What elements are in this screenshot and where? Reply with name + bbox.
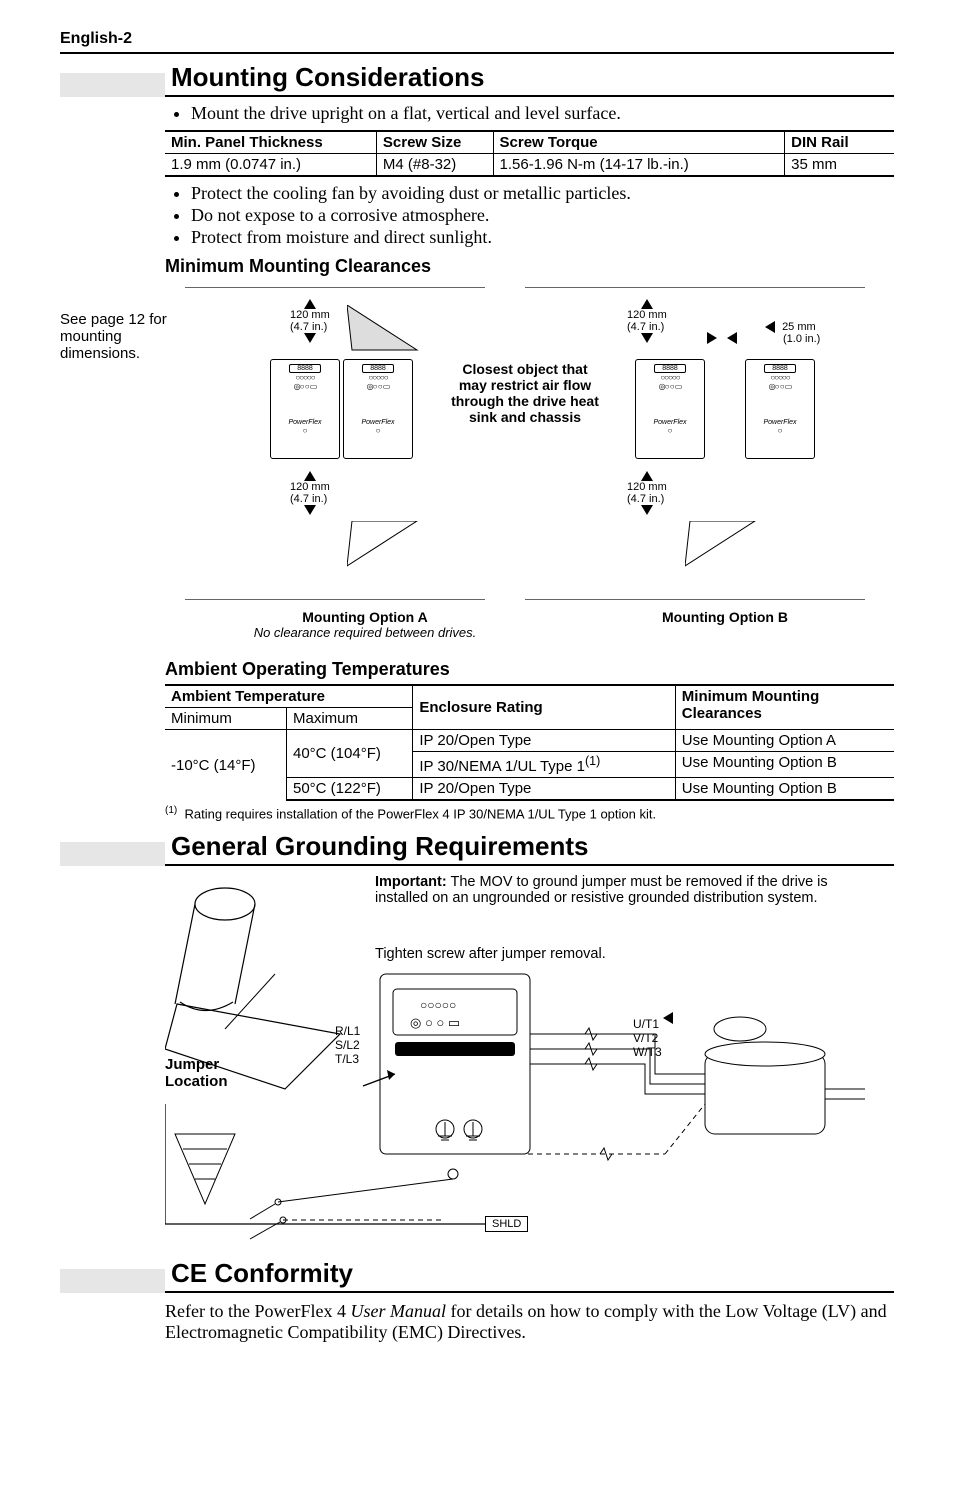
section-accent [60, 73, 165, 97]
svg-text:○○○○○: ○○○○○ [420, 998, 456, 1012]
label-rl1: R/L1 [335, 1024, 360, 1038]
label-ut1: U/T1 [633, 1017, 659, 1031]
th-ambient-temp: Ambient Temperature [165, 685, 413, 708]
th-enclosure: Enclosure Rating [413, 685, 675, 730]
th-min-panel: Min. Panel Thickness [165, 131, 376, 154]
panel-thickness-table: Min. Panel Thickness Screw Size Screw To… [165, 130, 894, 177]
shld-label: SHLD [485, 1216, 528, 1232]
mounting-option-a-sub: No clearance required between drives. [215, 625, 515, 640]
th-min-mount: Minimum MountingClearances [675, 685, 894, 730]
section-accent [60, 842, 165, 866]
subhead-min-clearances: Minimum Mounting Clearances [165, 256, 894, 277]
label-vt2: V/T2 [633, 1031, 658, 1045]
svg-text:◎ ○ ○ ▭: ◎ ○ ○ ▭ [410, 1015, 460, 1030]
label-tl3: T/L3 [335, 1052, 359, 1066]
td-mm1: Use Mounting Option A [675, 730, 894, 752]
td-er2: IP 30/NEMA 1/UL Type 1(1) [413, 752, 675, 778]
th-min: Minimum [165, 708, 287, 730]
td-c2: M4 (#8-32) [376, 154, 493, 177]
td-min-temp: -10°C (14°F) [165, 730, 287, 801]
bullet-mount-upright: Mount the drive upright on a flat, verti… [191, 103, 894, 124]
th-din-rail: DIN Rail [785, 131, 894, 154]
figure-side-note: See page 12 for mounting dimensions. [60, 311, 200, 362]
label-sl2: S/L2 [335, 1038, 360, 1052]
td-max-40: 40°C (104°F) [287, 730, 413, 778]
bullet-moisture: Protect from moisture and direct sunligh… [191, 227, 894, 248]
th-max: Maximum [287, 708, 413, 730]
grounding-figure: Important: The MOV to ground jumper must… [165, 874, 894, 1254]
td-er3: IP 20/Open Type [413, 778, 675, 801]
th-screw-torque: Screw Torque [493, 131, 785, 154]
td-mm3: Use Mounting Option B [675, 778, 894, 801]
bullet-corrosive: Do not expose to a corrosive atmosphere. [191, 205, 894, 226]
td-max-50: 50°C (122°F) [287, 778, 413, 801]
mounting-option-a: Mounting Option A [215, 609, 515, 625]
bullet-protect-fan: Protect the cooling fan by avoiding dust… [191, 183, 894, 204]
section-title-ce: CE Conformity [165, 1258, 894, 1293]
section-title-grounding: General Grounding Requirements [165, 831, 894, 866]
footnote-1: (1) Rating requires installation of the … [165, 805, 894, 821]
clearance-figure: See page 12 for mounting dimensions. 888… [165, 281, 894, 651]
subhead-ambient: Ambient Operating Temperatures [165, 659, 894, 680]
page-header: English-2 [60, 30, 132, 48]
th-screw-size: Screw Size [376, 131, 493, 154]
td-c3: 1.56-1.96 N-m (14-17 lb.-in.) [493, 154, 785, 177]
td-mm2: Use Mounting Option B [675, 752, 894, 778]
td-c1: 1.9 mm (0.0747 in.) [165, 154, 376, 177]
ambient-table: Ambient Temperature Enclosure Rating Min… [165, 684, 894, 801]
ce-body: Refer to the PowerFlex 4 User Manual for… [165, 1301, 894, 1343]
label-wt3: W/T3 [633, 1045, 662, 1059]
arrow-icon [663, 1012, 673, 1024]
mounting-option-b: Mounting Option B [575, 609, 875, 625]
section-title-mounting: Mounting Considerations [165, 62, 894, 97]
jumper-location-label: JumperLocation [165, 1056, 228, 1090]
td-er1: IP 20/Open Type [413, 730, 675, 752]
section-accent [60, 1269, 165, 1293]
td-c4: 35 mm [785, 154, 894, 177]
